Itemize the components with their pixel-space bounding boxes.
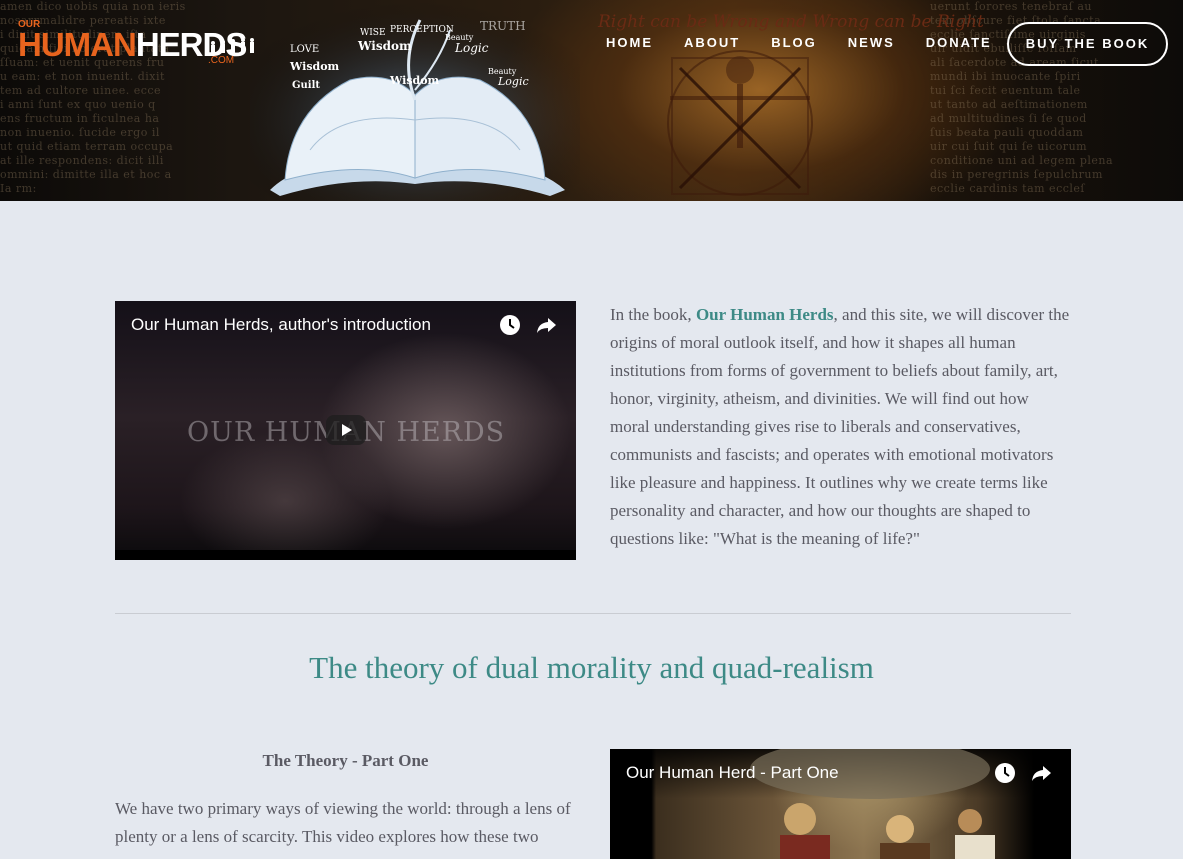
section-divider	[115, 613, 1071, 614]
part-one-text: We have two primary ways of viewing the …	[115, 799, 571, 846]
part-one-title: The Theory - Part One	[262, 751, 429, 770]
nav-blog[interactable]: BLOG	[771, 35, 817, 50]
play-button[interactable]	[326, 415, 366, 445]
svg-text:Beauty: Beauty	[488, 67, 517, 76]
share-icon[interactable]	[1030, 762, 1052, 784]
share-icon[interactable]	[535, 314, 557, 336]
svg-text:Guilt: Guilt	[292, 80, 320, 91]
logo-com: .COM	[208, 55, 235, 66]
intro-video-player[interactable]: OUR HUMAN HERDS Our Human Herds, author'…	[115, 301, 576, 560]
video-title[interactable]: Our Human Herds, author's introduction	[131, 315, 431, 335]
intro-paragraph: In the book, Our Human Herds, and this s…	[610, 301, 1072, 553]
part-one-video-player[interactable]: Our Human Herd - Part One	[610, 749, 1071, 859]
nav-home[interactable]: HOME	[606, 35, 653, 50]
watch-later-icon[interactable]	[994, 762, 1016, 784]
svg-text:Logic: Logic	[454, 41, 489, 55]
vitruvian-man-image	[667, 50, 813, 196]
video-title[interactable]: Our Human Herd - Part One	[626, 763, 839, 783]
book-title-link[interactable]: Our Human Herds	[696, 305, 834, 324]
site-header: amen dico uobis quia non ieris nosarrmal…	[0, 0, 1183, 201]
main-nav: HOME ABOUT BLOG NEWS DONATE	[606, 35, 1023, 50]
buy-the-book-button[interactable]: BUY THE BOOK	[1007, 22, 1168, 66]
svg-text:Wisdom: Wisdom	[289, 60, 340, 73]
svg-text:Wisdom: Wisdom	[357, 39, 412, 53]
video-bottom-bar	[115, 550, 576, 560]
svg-text:Wisdom: Wisdom	[389, 74, 440, 87]
watch-later-icon[interactable]	[499, 314, 521, 336]
intro-text-after: , and this site, we will discover the or…	[610, 305, 1070, 548]
intro-text-before: In the book,	[610, 305, 696, 324]
svg-text:Logic: Logic	[497, 75, 529, 88]
open-book-image: LOVE Wisdom Guilt Wisdom Wisdom WISE PER…	[250, 0, 580, 201]
svg-text:WISE: WISE	[360, 28, 386, 38]
svg-text:TRUTH: TRUTH	[480, 19, 526, 33]
evolution-figures-icon	[211, 38, 254, 53]
site-logo[interactable]: OUR HUMANHERDS .COM	[18, 20, 254, 66]
nav-about[interactable]: ABOUT	[684, 35, 740, 50]
logo-human: HUMAN	[18, 26, 137, 63]
nav-donate[interactable]: DONATE	[926, 35, 992, 50]
svg-text:LOVE: LOVE	[290, 44, 319, 55]
svg-text:Beauty: Beauty	[445, 33, 474, 42]
nav-news[interactable]: NEWS	[848, 35, 895, 50]
banner-quote: Right can be Wrong and Wrong can be Righ…	[598, 12, 984, 32]
section-heading: The theory of dual morality and quad-rea…	[309, 650, 874, 685]
